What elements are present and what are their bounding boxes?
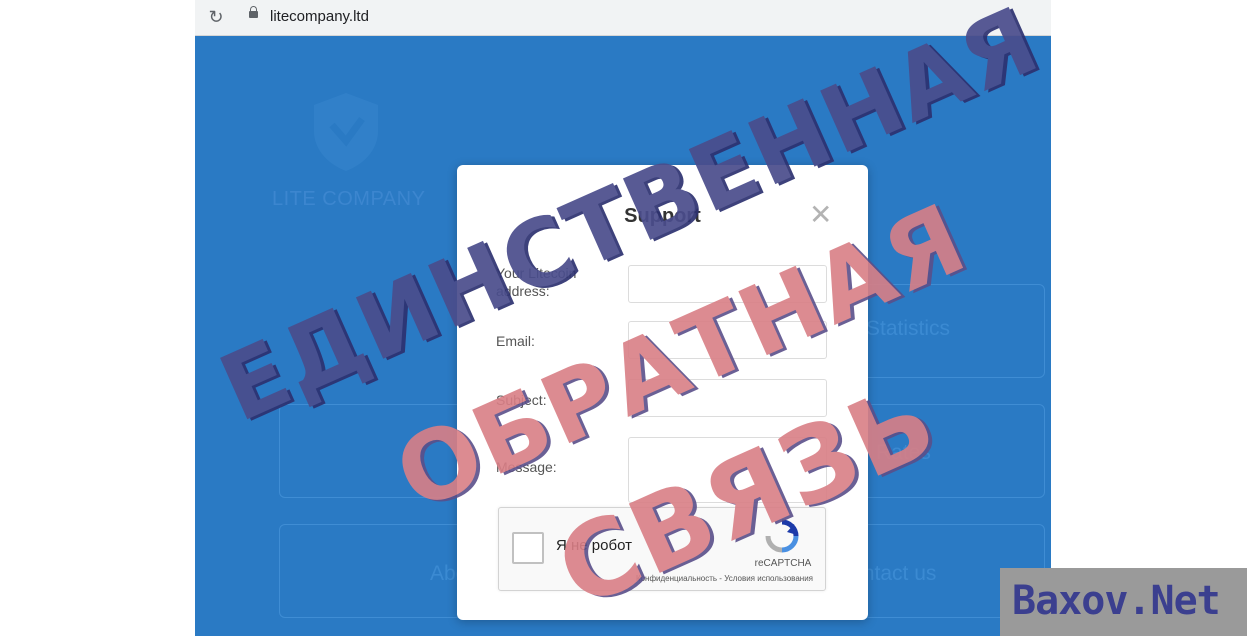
message-textarea[interactable] [628,437,827,503]
card-label: Statistics [866,317,951,340]
corner-watermark: Baxov.Net [1000,568,1247,636]
url-text: litecompany.ltd [270,8,369,25]
watermark-text: Baxov.Net [1012,578,1221,624]
support-modal: Support ✕ Your Litecoin address: Email: … [457,165,868,620]
recaptcha-logo-icon [765,519,799,553]
browser-toolbar: ↻ litecompany.ltd [195,0,1051,36]
subject-label: Subject: [496,392,547,408]
card-label: Rates [876,441,931,464]
address-label: Your Litecoin address: [496,265,577,299]
modal-title: Support [624,205,701,227]
subject-input[interactable] [628,379,827,417]
recaptcha-widget: Я не робот reCAPTCHA Конфиденциальность … [498,507,826,591]
address-bar[interactable]: litecompany.ltd [237,3,1037,31]
recaptcha-links[interactable]: Конфиденциальность - Условия использован… [636,574,813,583]
litecoin-address-input[interactable] [628,265,827,303]
logo-text: LITE COMPANY [272,188,426,210]
reload-icon[interactable]: ↻ [205,6,227,28]
recaptcha-checkbox[interactable] [512,532,544,564]
email-label: Email: [496,333,535,349]
message-label: Message: [496,459,557,475]
close-icon[interactable]: ✕ [809,201,832,229]
email-input[interactable] [628,321,827,359]
recaptcha-brand: reCAPTCHA [754,558,812,569]
shield-logo-icon [314,93,378,171]
lock-icon [249,6,258,18]
recaptcha-label: Я не робот [556,537,632,554]
